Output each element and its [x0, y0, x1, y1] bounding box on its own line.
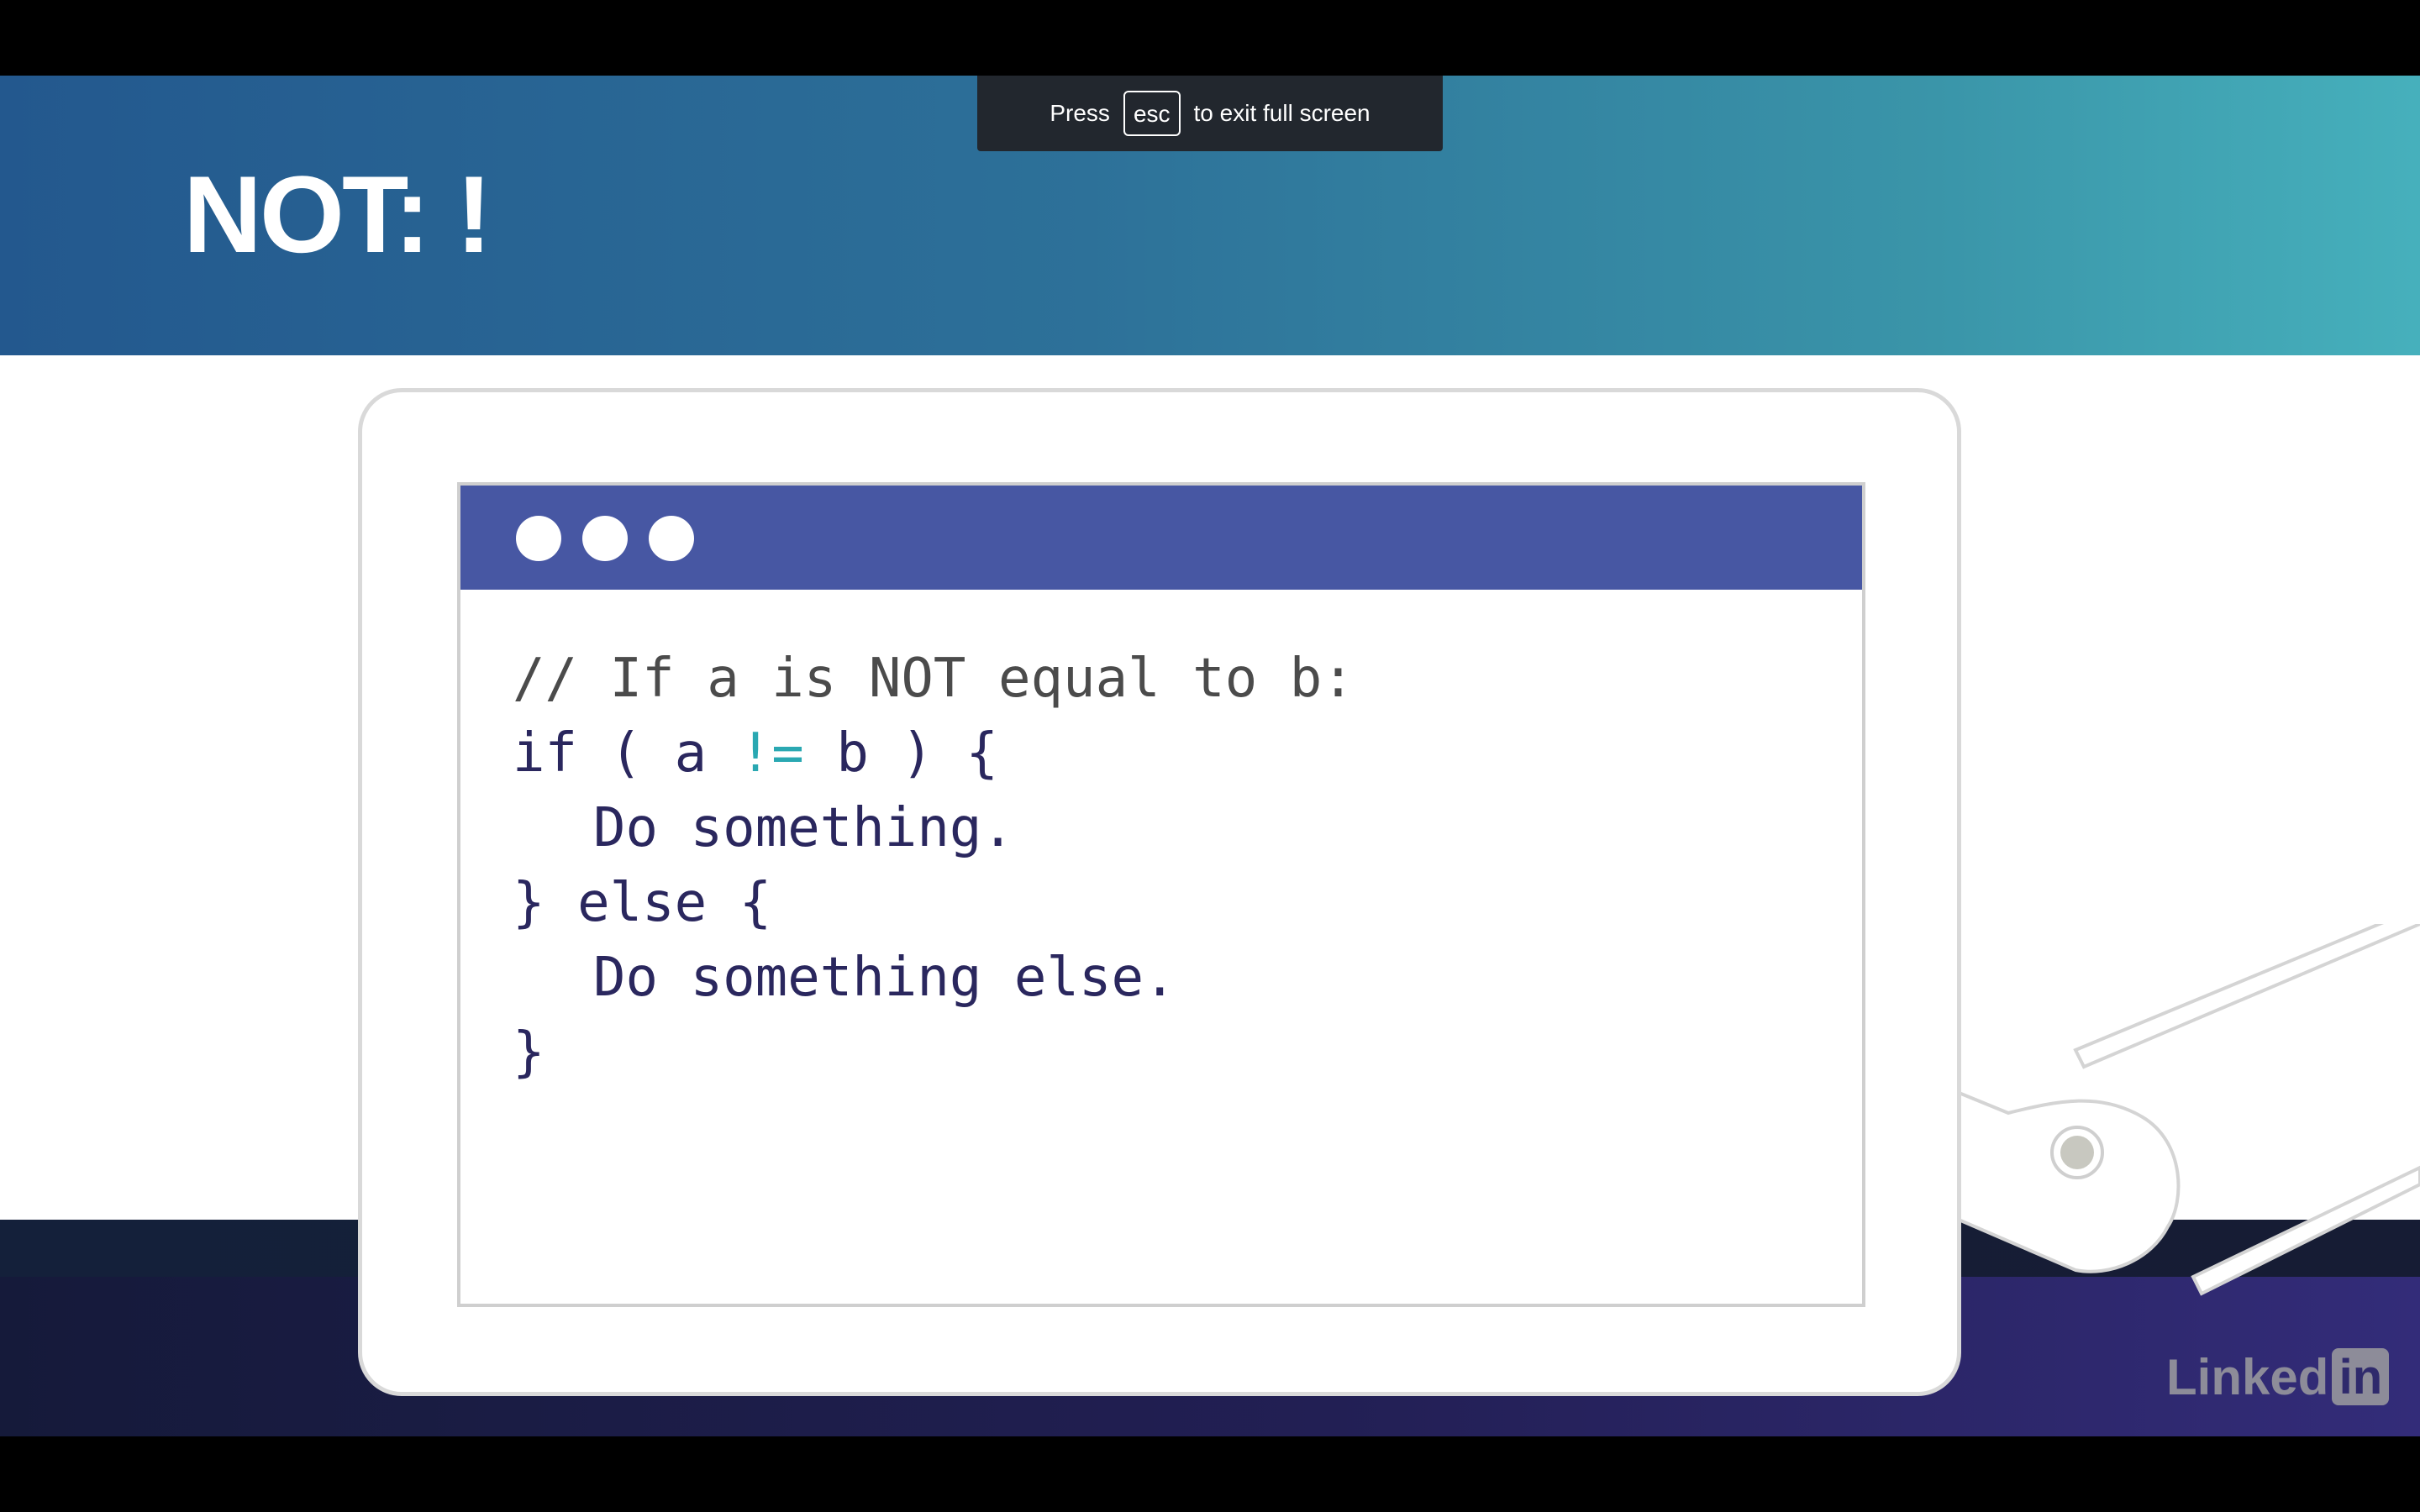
linkedin-in-icon: in — [2332, 1348, 2390, 1405]
code-else-action: Do something else. — [593, 947, 1176, 1009]
code-comment: // If a is NOT equal to b: — [513, 648, 1355, 710]
window-title-bar — [460, 486, 1862, 590]
code-if-open: if ( a — [513, 722, 739, 785]
arm-joint-inner — [2060, 1136, 2094, 1169]
code-operator: != — [739, 722, 804, 785]
window-dot-icon — [649, 516, 694, 561]
window-dot-icon — [516, 516, 561, 561]
video-frame[interactable]: NOT: ! // If a is NOT equal to b: if ( a … — [0, 76, 2420, 1436]
slide-title: NOT: ! — [183, 153, 492, 276]
arm-lower-rail — [2191, 1165, 2420, 1296]
code-if-line: if ( a != b ) { — [513, 717, 1355, 791]
code-action: Do something. — [593, 797, 1014, 859]
code-closing-brace: } — [513, 1021, 545, 1084]
linkedin-watermark: Linked in — [2166, 1347, 2390, 1406]
watermark-text: Linked — [2166, 1348, 2329, 1405]
window-dot-icon — [582, 516, 628, 561]
esc-key-hint: esc — [1123, 91, 1181, 136]
code-if-close: b ) { — [803, 722, 998, 785]
code-window: // If a is NOT equal to b: if ( a != b ) … — [457, 482, 1865, 1307]
code-else-line: } else { — [513, 872, 772, 934]
arm-upper-rail — [2073, 924, 2420, 1069]
code-block: // If a is NOT equal to b: if ( a != b ) … — [513, 642, 1355, 1090]
toast-suffix: to exit full screen — [1193, 100, 1370, 126]
device-arm-illustration — [1916, 924, 2420, 1296]
fullscreen-stage: NOT: ! // If a is NOT equal to b: if ( a … — [0, 0, 2420, 1512]
exit-fullscreen-toast: Press esc to exit full screen — [977, 76, 1443, 151]
toast-prefix: Press — [1050, 100, 1110, 126]
